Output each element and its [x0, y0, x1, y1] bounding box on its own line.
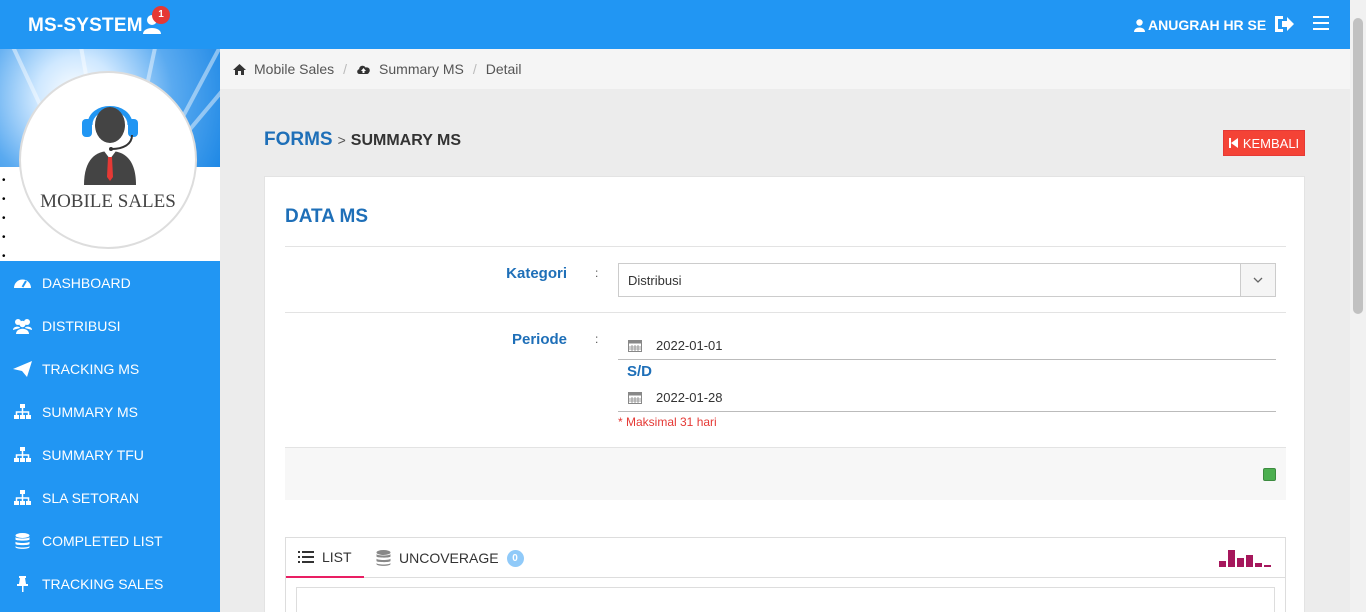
form-footer — [285, 448, 1286, 500]
sidebar-menu: DASHBOARD DISTRIBUSI TRACKING MS SUMMARY… — [0, 261, 220, 612]
submit-button[interactable] — [1263, 468, 1276, 481]
breadcrumb-separator: / — [472, 61, 477, 77]
sidebar: MOBILE SALES • • • • • DASHBOARD DISTRIBUSI … — [0, 49, 220, 612]
sidebar-item-label: SUMMARY MS — [42, 403, 138, 420]
sidebar-item-tracking-ms[interactable]: TRACKING MS — [0, 347, 220, 390]
breadcrumb-detail: Detail — [486, 61, 522, 77]
users-icon — [13, 318, 32, 334]
page-title: FORMS > SUMMARY MS — [264, 129, 461, 151]
sitemap-icon — [14, 446, 31, 462]
bullet-list: • • • • • — [2, 175, 6, 262]
date-from-value: 2022-01-01 — [656, 338, 723, 353]
date-range-hint: * Maksimal 31 hari — [618, 415, 717, 429]
vertical-scrollbar[interactable] — [1350, 0, 1366, 612]
notification-button[interactable]: 1 — [143, 6, 170, 34]
uncoverage-count-badge: 0 — [506, 549, 524, 567]
profile-label: MOBILE SALES — [40, 191, 176, 212]
hamburger-menu-icon[interactable] — [1313, 15, 1329, 31]
sidebar-item-distribusi[interactable]: DISTRIBUSI — [0, 304, 220, 347]
bar-chart-icon — [1219, 550, 1271, 567]
sidebar-item-summary-tfu[interactable]: SUMMARY TFU — [0, 433, 220, 476]
sitemap-icon — [14, 403, 31, 419]
breadcrumb-label: Summary MS — [379, 61, 464, 77]
sidebar-item-label: DASHBOARD — [42, 274, 131, 291]
date-to-field[interactable]: 2022-01-28 — [618, 384, 1276, 412]
user-name: ANUGRAH HR SE — [1148, 17, 1267, 33]
tab-content — [296, 587, 1275, 612]
periode-label: Periode — [511, 331, 567, 348]
page-title-summary: SUMMARY MS — [350, 132, 462, 149]
sidebar-item-label: TRACKING MS — [42, 360, 140, 377]
kategori-label: Kategori — [506, 265, 567, 282]
back-button[interactable]: KEMBALI — [1223, 130, 1305, 156]
kategori-colon: : — [595, 266, 599, 280]
sidebar-item-sla-setoran[interactable]: SLA SETORAN — [0, 476, 220, 519]
sitemap-icon — [14, 489, 31, 505]
brand-title[interactable]: MS-SYSTEM — [28, 15, 143, 37]
paper-plane-icon — [13, 360, 32, 377]
tab-list[interactable]: LIST — [286, 538, 364, 578]
divider — [285, 312, 1286, 313]
pin-icon — [17, 575, 28, 592]
periode-colon: : — [595, 332, 599, 346]
breadcrumb-separator: / — [343, 61, 348, 77]
scrollbar-thumb[interactable] — [1353, 18, 1363, 314]
database-icon — [15, 532, 30, 549]
data-ms-card: DATA MS Kategori : Distribusi Periode : … — [264, 176, 1305, 612]
calendar-icon — [628, 392, 642, 404]
sidebar-item-label: SLA SETORAN — [42, 489, 140, 506]
sd-label: S/D — [627, 363, 653, 380]
notification-badge: 1 — [152, 6, 170, 24]
sidebar-item-completed-list[interactable]: COMPLETED LIST — [0, 519, 220, 562]
user-menu[interactable]: ANUGRAH HR SE — [1134, 17, 1266, 33]
tabs-panel: LIST UNCOVERAGE 0 — [285, 537, 1286, 612]
tab-uncoverage-label: UNCOVERAGE — [399, 550, 499, 566]
logout-icon[interactable] — [1273, 13, 1295, 35]
calendar-icon — [628, 340, 642, 352]
page-title-separator: > — [337, 132, 346, 148]
date-to-value: 2022-01-28 — [656, 390, 723, 405]
user-icon — [1134, 18, 1145, 32]
top-bar: MS-SYSTEM 1 ANUGRAH HR SE — [0, 0, 1350, 49]
sidebar-item-label: DISTRIBUSI — [42, 317, 121, 334]
card-title: DATA MS — [285, 206, 369, 227]
breadcrumb-label: Detail — [485, 61, 522, 77]
sidebar-item-label: SUMMARY TFU — [42, 446, 144, 463]
database-icon — [376, 550, 391, 566]
kategori-selected-value: Distribusi — [628, 272, 682, 288]
cloud-upload-icon — [357, 65, 370, 74]
list-icon — [298, 551, 314, 563]
page-title-forms: FORMS — [264, 129, 333, 150]
tab-uncoverage[interactable]: UNCOVERAGE 0 — [376, 538, 524, 578]
dashboard-icon — [14, 279, 31, 288]
home-icon — [233, 63, 246, 75]
date-from-field[interactable]: 2022-01-01 — [618, 332, 1276, 360]
breadcrumb-mobile-sales[interactable]: Mobile Sales — [233, 61, 334, 77]
sidebar-item-label: TRACKING SALES — [42, 575, 164, 592]
sidebar-item-summary-ms[interactable]: SUMMARY MS — [0, 390, 220, 433]
kategori-select[interactable]: Distribusi — [618, 263, 1276, 297]
profile-avatar: MOBILE SALES — [19, 71, 197, 249]
breadcrumb-summary-ms[interactable]: Summary MS — [356, 61, 464, 77]
headset-agent-icon — [82, 106, 138, 185]
tab-list-label: LIST — [322, 549, 352, 565]
tab-bar: LIST UNCOVERAGE 0 — [286, 538, 1285, 578]
chevron-down-icon[interactable] — [1240, 264, 1275, 296]
sidebar-item-label: COMPLETED LIST — [42, 532, 163, 549]
sidebar-item-dashboard[interactable]: DASHBOARD — [0, 261, 220, 304]
back-button-label: KEMBALI — [1242, 135, 1300, 151]
divider — [285, 246, 1286, 247]
sidebar-item-tracking-sales[interactable]: TRACKING SALES — [0, 562, 220, 605]
step-backward-icon — [1228, 138, 1238, 148]
breadcrumb: Mobile Sales / Summary MS / Detail — [220, 49, 1350, 89]
breadcrumb-label: Mobile Sales — [254, 61, 335, 77]
